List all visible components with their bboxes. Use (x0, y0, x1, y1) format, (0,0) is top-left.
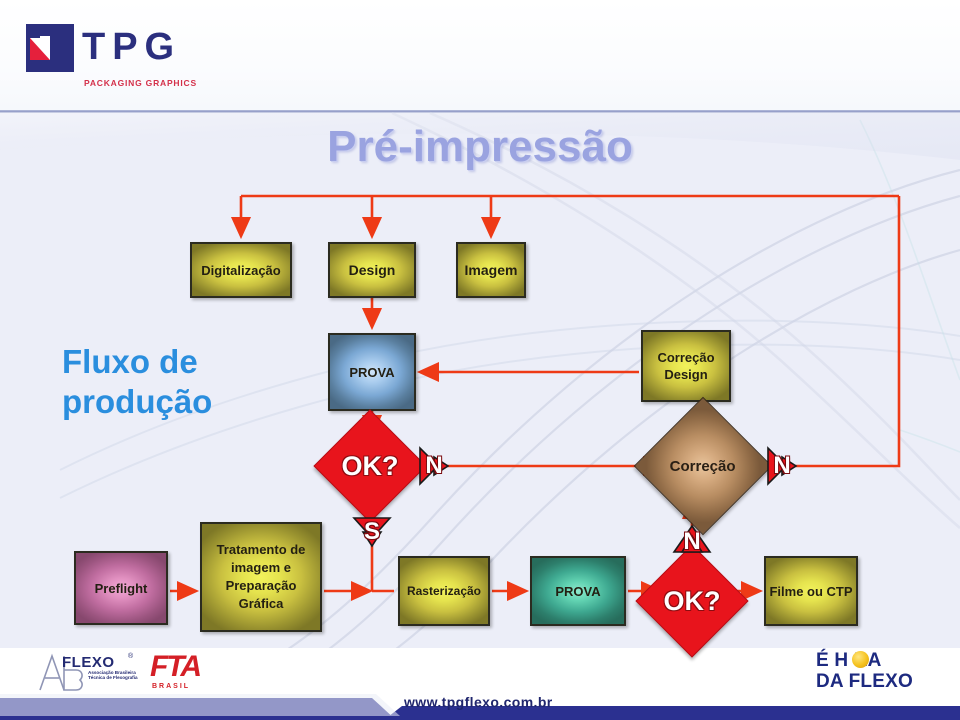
branch-marker-n-ok-prova: N (672, 522, 712, 562)
fta-brasil-logo: FTA BRASIL (150, 650, 222, 694)
decision-label: Correção (670, 457, 736, 475)
tpg-tagline: PACKAGING GRAPHICS (84, 78, 197, 88)
decision-label: OK? (663, 585, 721, 616)
e-hora-da-flexo-logo: É H RA DA FLEXO (816, 650, 934, 694)
fta-wordmark: FTA (150, 650, 202, 683)
node-label: PROVA (349, 364, 395, 380)
node-label: Rasterização (406, 584, 482, 598)
ehora-line1: É H RA (816, 650, 882, 671)
node-preflight[interactable]: Preflight (74, 551, 168, 625)
flow-caption-line2: produção (62, 383, 213, 420)
node-tratamento[interactable]: Tratamento de imagem e Preparação Gráfic… (200, 522, 322, 632)
decision-label: OK? (341, 450, 399, 481)
node-correcao-design[interactable]: Correção Design (641, 330, 731, 402)
branch-marker-s-ok-design: S (352, 512, 392, 552)
node-label: Imagem (464, 262, 518, 278)
sun-icon (852, 651, 869, 668)
tpg-square-mark-icon (26, 24, 74, 72)
node-rasterizacao[interactable]: Rasterização (398, 556, 490, 626)
node-label: PROVA (555, 583, 601, 599)
header-divider (0, 110, 960, 113)
abflexo-logo: FLEXO ® Associação Brasileira Técnica de… (36, 652, 146, 694)
node-design[interactable]: Design (328, 242, 416, 298)
page-title: Pré-impressão (327, 122, 633, 171)
node-prova-rip[interactable]: PROVA (530, 556, 626, 626)
node-digitalizacao[interactable]: Digitalização (190, 242, 292, 298)
node-imagem[interactable]: Imagem (456, 242, 526, 298)
node-label: Filme ou CTP (769, 583, 853, 599)
node-label: Preflight (94, 580, 148, 596)
abflexo-registered-mark: ® (128, 653, 134, 660)
tpg-logo: TPG PACKAGING GRAPHICS (26, 24, 226, 96)
branch-marker-label: N (425, 452, 443, 479)
node-label: Digitalização (201, 262, 281, 278)
node-label: Design (348, 262, 396, 278)
node-filme-ou-ctp[interactable]: Filme ou CTP (764, 556, 858, 626)
abflexo-wordmark: FLEXO (62, 654, 115, 671)
branch-marker-label: N (773, 452, 791, 479)
abflexo-subtitle: Associação Brasileira Técnica de Flexogr… (88, 670, 138, 681)
footer-url: www.tpgflexo.com.br (404, 694, 553, 710)
tpg-wordmark: TPG (82, 26, 182, 68)
flow-caption-line1: Fluxo de (62, 343, 198, 380)
node-label: Correção Design (657, 350, 715, 382)
slide-canvas: TPG PACKAGING GRAPHICS Pré-impressão Flu… (0, 0, 960, 720)
ehora-line2: DA FLEXO (816, 671, 913, 692)
fta-subtitle: BRASIL (152, 683, 191, 690)
node-label: Tratamento de imagem e Preparação Gráfic… (216, 542, 306, 611)
branch-marker-label: N (683, 528, 701, 555)
branch-marker-n-correcao: N (762, 446, 802, 486)
branch-marker-n-ok-design: N (414, 446, 454, 486)
branch-marker-label: S (363, 518, 380, 545)
flow-caption: Fluxo de produção (62, 342, 312, 422)
node-prova-design[interactable]: PROVA (328, 333, 416, 411)
